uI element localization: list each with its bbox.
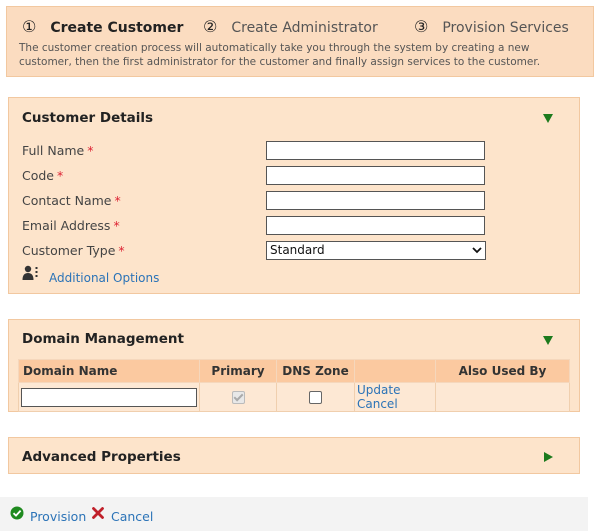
check-circle-icon — [10, 506, 24, 520]
primary-cell — [199, 382, 277, 412]
dns-zone-checkbox[interactable] — [309, 391, 322, 404]
dns-zone-cell — [276, 382, 355, 412]
step-label: Create Administrator — [231, 20, 378, 36]
row-actions-cell: Update Cancel — [354, 382, 436, 412]
code-input[interactable] — [266, 166, 485, 185]
column-header: DNS Zone — [276, 359, 355, 383]
panel-title: Customer Details — [22, 110, 154, 126]
domain-name-cell — [18, 382, 200, 412]
collapse-arrow-icon[interactable] — [543, 114, 553, 123]
steps-banner: ① Create Customer ② Create Administrator ③… — [6, 6, 594, 77]
cancel-link[interactable]: Cancel — [357, 397, 398, 411]
contact-name-input[interactable] — [266, 191, 485, 210]
advanced-properties-panel: Advanced Properties — [8, 437, 580, 474]
column-header: Primary — [199, 359, 277, 383]
provision-button[interactable]: Provision — [30, 509, 86, 524]
full-name-label: Full Name * — [22, 143, 94, 158]
domain-table: Domain Name Primary DNS Zone Also Used B… — [18, 359, 570, 412]
close-icon — [92, 507, 104, 519]
domain-name-input[interactable] — [21, 387, 197, 407]
code-label: Code * — [22, 168, 64, 183]
column-header: Domain Name — [18, 359, 200, 383]
table-header-row: Domain Name Primary DNS Zone Also Used B… — [18, 359, 570, 383]
customer-type-select[interactable]: Standard — [266, 241, 486, 260]
customer-type-label: Customer Type * — [22, 243, 125, 258]
steps-description: The customer creation process will autom… — [19, 42, 541, 68]
domain-management-panel: Domain Management Domain Name Primary DN… — [8, 319, 580, 412]
step-number: ③ — [414, 17, 429, 36]
column-header — [354, 359, 436, 383]
step-label: Create Customer — [50, 20, 184, 36]
step-provision-services: ③ Provision Services — [414, 17, 569, 36]
panel-title: Advanced Properties — [22, 449, 181, 465]
collapse-arrow-icon[interactable] — [543, 336, 553, 345]
additional-options-link[interactable]: Additional Options — [49, 271, 159, 285]
full-name-input[interactable] — [266, 141, 485, 160]
step-create-administrator: ② Create Administrator — [203, 17, 378, 36]
email-address-input[interactable] — [266, 216, 485, 235]
update-link[interactable]: Update — [357, 383, 400, 397]
contact-name-label: Contact Name * — [22, 193, 121, 208]
table-row: Update Cancel — [18, 382, 570, 412]
email-address-label: Email Address * — [22, 218, 120, 233]
customer-type-value: Standard — [270, 243, 325, 257]
customer-details-panel: Customer Details Full Name * Code * Contac… — [8, 97, 580, 294]
expand-arrow-icon[interactable] — [544, 452, 553, 462]
footer-actions: Provision Cancel — [0, 497, 588, 531]
step-create-customer: ① Create Customer — [22, 17, 183, 36]
step-number: ① — [22, 17, 37, 36]
panel-title: Domain Management — [22, 331, 184, 347]
step-number: ② — [203, 17, 218, 36]
also-used-by-cell — [435, 382, 570, 412]
step-label: Provision Services — [442, 20, 569, 36]
user-options-icon — [22, 265, 38, 280]
column-header: Also Used By — [435, 359, 570, 383]
chevron-down-icon — [472, 247, 482, 254]
primary-checkbox — [231, 391, 245, 404]
cancel-button[interactable]: Cancel — [111, 509, 153, 524]
